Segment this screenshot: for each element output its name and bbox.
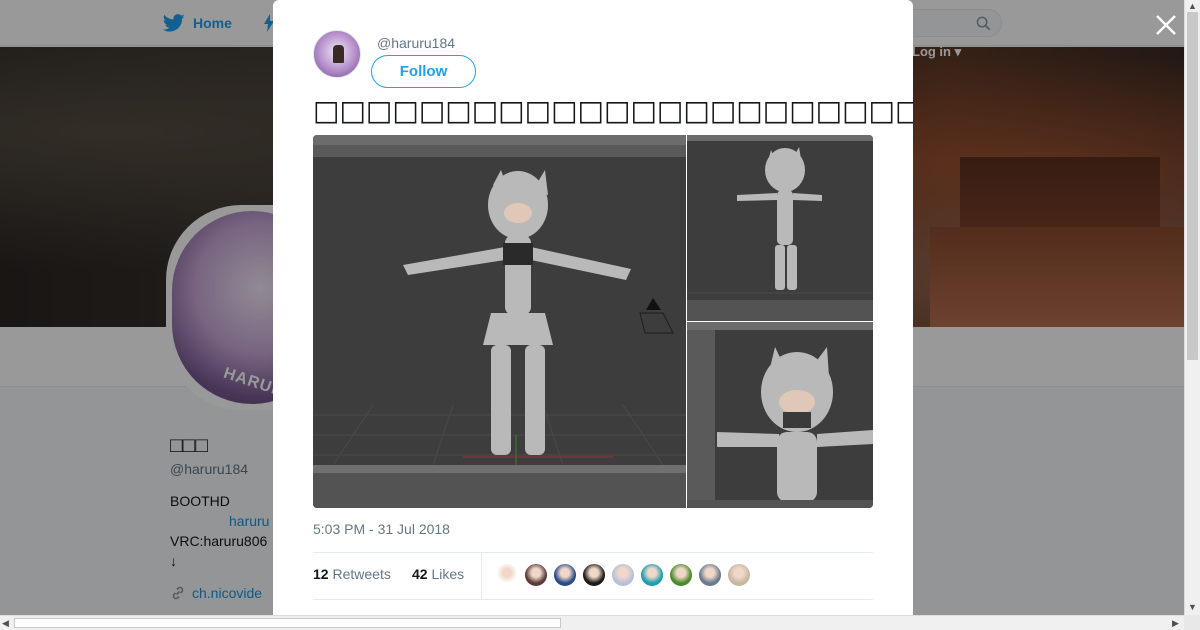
retweets-stat[interactable]: 12 Retweets bbox=[313, 566, 391, 582]
liker-avatar[interactable] bbox=[582, 563, 606, 587]
liker-avatar[interactable] bbox=[553, 563, 577, 587]
vertical-scroll-thumb[interactable] bbox=[1187, 12, 1198, 360]
tweet-media-grid bbox=[313, 135, 873, 508]
blender-model-closeup-image bbox=[687, 322, 873, 508]
tweet-photo-3[interactable] bbox=[687, 322, 873, 508]
liker-avatar[interactable] bbox=[727, 563, 751, 587]
likes-label: Likes bbox=[431, 566, 465, 582]
liker-avatar[interactable] bbox=[669, 563, 693, 587]
likes-stat[interactable]: 42 Likes bbox=[412, 566, 464, 582]
horizontal-scroll-thumb[interactable] bbox=[14, 618, 561, 628]
horizontal-scrollbar[interactable]: ◀ ▶ bbox=[0, 615, 1184, 630]
liker-avatar[interactable] bbox=[640, 563, 664, 587]
liker-avatar[interactable] bbox=[495, 563, 519, 587]
scroll-up-arrow[interactable]: ▲ bbox=[1188, 2, 1197, 11]
tweet-photo-2[interactable] bbox=[687, 135, 873, 321]
tweet-author-avatar[interactable] bbox=[313, 30, 361, 78]
liker-avatar[interactable] bbox=[611, 563, 635, 587]
likes-count: 42 bbox=[412, 566, 428, 582]
tweet-photo-1[interactable] bbox=[313, 135, 686, 508]
likers-avatars bbox=[495, 563, 751, 587]
liker-avatar[interactable] bbox=[698, 563, 722, 587]
tweet-timestamp[interactable]: 5:03 PM - 31 Jul 2018 bbox=[313, 521, 450, 537]
scroll-right-arrow[interactable]: ▶ bbox=[1172, 619, 1179, 628]
retweets-count: 12 bbox=[313, 566, 329, 582]
blender-model-side-image bbox=[687, 135, 873, 321]
tweet-modal: @haruru184 Follow □□□□□□□□□□□□□□□□□□□□□□… bbox=[273, 0, 913, 615]
liker-avatar[interactable] bbox=[524, 563, 548, 587]
blender-model-front-image bbox=[313, 135, 686, 508]
tweet-author-handle[interactable]: @haruru184 bbox=[377, 35, 455, 51]
close-icon bbox=[1156, 15, 1176, 35]
follow-button[interactable]: Follow bbox=[371, 55, 476, 88]
page: Home Log in ▾ HARURU □□□ @haruru184 BOOT… bbox=[0, 0, 1200, 630]
avatar-figure bbox=[333, 45, 344, 63]
tweet-text: □□□□□□□□□□□□□□□□□□□□□□□□□□□□□□□□□□□□□□□□… bbox=[313, 94, 913, 127]
stats-divider bbox=[481, 553, 482, 600]
vertical-scrollbar[interactable]: ▲ ▼ bbox=[1184, 0, 1200, 615]
scrollbar-corner bbox=[1184, 615, 1200, 630]
scroll-down-arrow[interactable]: ▼ bbox=[1188, 603, 1197, 612]
retweets-label: Retweets bbox=[332, 566, 391, 582]
close-button[interactable] bbox=[1153, 12, 1179, 38]
tweet-stats: 12 Retweets 42 Likes bbox=[313, 552, 873, 600]
scroll-left-arrow[interactable]: ◀ bbox=[2, 619, 9, 628]
